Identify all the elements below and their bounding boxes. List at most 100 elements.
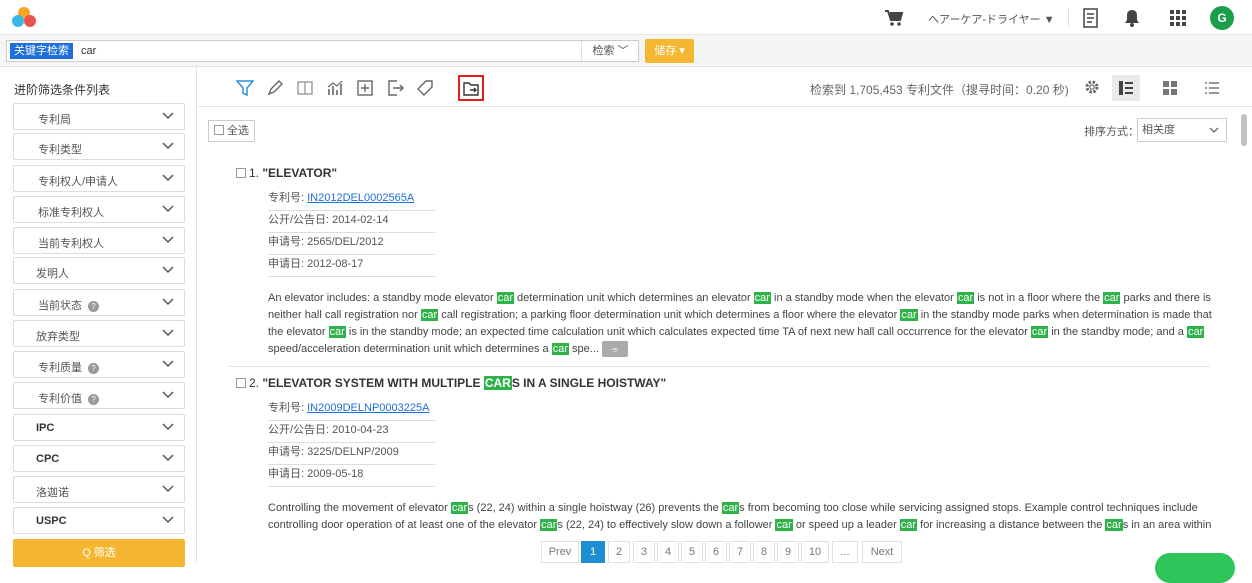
page-button[interactable]: 1: [581, 541, 605, 563]
filter-uspc[interactable]: USPC: [13, 507, 185, 534]
chevron-down-icon: [162, 391, 174, 399]
apps-grid-icon[interactable]: [1170, 10, 1186, 26]
application-date: 申请日: 2012-08-17: [268, 255, 435, 277]
avatar[interactable]: G: [1210, 6, 1234, 30]
detail-view-button[interactable]: [1112, 75, 1140, 101]
filter-label: 放弃类型: [36, 331, 80, 343]
chevron-down-icon: [162, 360, 174, 368]
results-scrollbar[interactable]: [1240, 108, 1248, 528]
filter-label: 专利权人/申请人: [38, 176, 119, 188]
prev-page-button[interactable]: Prev: [541, 541, 579, 563]
chevron-down-icon: [162, 329, 174, 337]
page-button[interactable]: 8: [753, 541, 775, 563]
select-all-checkbox[interactable]: 全选: [208, 120, 255, 142]
search-button[interactable]: 检索 ﹀: [581, 41, 639, 61]
filter-abandon-type[interactable]: 放弃类型: [13, 320, 185, 347]
next-page-button[interactable]: Next: [862, 541, 902, 563]
user-menu[interactable]: ヘアーケア-ドライヤー ▼: [928, 11, 1055, 27]
filter-ipc[interactable]: IPC: [13, 414, 185, 441]
gear-icon[interactable]: [1084, 79, 1100, 95]
page-button[interactable]: 9: [777, 541, 799, 563]
floating-action-button[interactable]: [1155, 553, 1235, 583]
document-export-icon[interactable]: [1082, 8, 1100, 28]
patent-number-link[interactable]: IN2012DEL0002565A: [307, 192, 414, 204]
chevron-down-icon: [162, 485, 174, 493]
analytics-chart-icon[interactable]: [326, 79, 344, 97]
filter-button[interactable]: Q 筛选: [13, 539, 185, 567]
filter-funnel-icon[interactable]: [236, 79, 254, 97]
results-toolbar: 检索到 1,705,453 专利文件（搜寻时间：0.20 秒): [198, 67, 1252, 107]
chevron-down-icon: [1209, 127, 1219, 133]
filter-patent-type[interactable]: 专利类型: [13, 133, 185, 160]
result-title[interactable]: 1. "ELEVATOR": [236, 166, 337, 180]
publication-date: 公开/公告日: 2010-04-23: [268, 421, 435, 443]
save-to-folder-icon[interactable]: [458, 75, 484, 101]
filter-inventor[interactable]: 发明人: [13, 257, 185, 284]
chevron-down-icon: [162, 174, 174, 182]
filter-standard-assignee[interactable]: 标准专利权人: [13, 196, 185, 223]
keyword-search-tag[interactable]: 关键字检索: [10, 43, 73, 59]
result-abstract: Controlling the movement of elevator car…: [268, 502, 1212, 531]
filter-label: 专利类型: [38, 144, 82, 156]
patent-number: 专利号: IN2012DEL0002565A: [268, 189, 435, 211]
filter-label: CPC: [36, 453, 60, 465]
list-icon: [1205, 82, 1219, 94]
app-logo-icon[interactable]: [11, 6, 37, 28]
patent-number: 专利号: IN2009DELNP0003225A: [268, 399, 435, 421]
cart-icon[interactable]: [884, 9, 904, 27]
top-header: ヘアーケア-ドライヤー ▼ G: [0, 0, 1252, 35]
application-number: 申请号: 2565/DEL/2012: [268, 233, 435, 255]
filter-label: 当前状态?: [38, 297, 99, 313]
help-icon[interactable]: ?: [88, 362, 99, 374]
filter-patent-office[interactable]: 专利局: [13, 103, 185, 130]
save-button[interactable]: 储存 ▾: [645, 39, 694, 63]
filter-label: 发明人: [36, 268, 69, 280]
list-view-button[interactable]: [1198, 75, 1226, 101]
checkbox-icon[interactable]: [236, 378, 246, 388]
checkbox-icon[interactable]: [236, 168, 246, 178]
page-button[interactable]: 4: [657, 541, 679, 563]
page-button[interactable]: 6: [705, 541, 727, 563]
filter-label: 专利价值?: [38, 390, 99, 406]
add-to-workspace-icon[interactable]: [356, 79, 374, 97]
result-divider: [228, 366, 1210, 367]
page-button[interactable]: 10: [801, 541, 829, 563]
page-button[interactable]: 5: [681, 541, 703, 563]
filter-cpc[interactable]: CPC: [13, 445, 185, 472]
filter-locarno[interactable]: 洛迦诺: [13, 476, 185, 503]
filter-label: USPC: [36, 515, 67, 527]
sort-label: 排序方式：: [1084, 126, 1139, 138]
chevron-down-icon: [162, 236, 174, 244]
page-button[interactable]: 2: [608, 541, 630, 563]
sidebar-title: 进阶筛选条件列表: [14, 83, 111, 97]
help-icon[interactable]: ?: [88, 393, 99, 405]
patent-number-link[interactable]: IN2009DELNP0003225A: [307, 402, 429, 414]
result-title[interactable]: 2. "ELEVATOR SYSTEM WITH MULTIPLE CARS I…: [236, 376, 666, 390]
bell-icon[interactable]: [1124, 9, 1140, 27]
chevron-down-icon: [162, 112, 174, 120]
publication-date: 公开/公告日: 2014-02-14: [268, 211, 435, 233]
page-button[interactable]: 3: [633, 541, 655, 563]
grid-icon: [1163, 81, 1177, 95]
help-icon[interactable]: ?: [88, 300, 99, 312]
filter-assignee-applicant[interactable]: 专利权人/申请人: [13, 165, 185, 192]
page-button[interactable]: 7: [729, 541, 751, 563]
filter-patent-quality[interactable]: 专利质量?: [13, 351, 185, 378]
sort-select[interactable]: 相关度: [1137, 118, 1227, 142]
export-icon[interactable]: [386, 79, 404, 97]
scroll-thumb[interactable]: [1241, 114, 1247, 146]
filter-patent-value[interactable]: 专利价值?: [13, 382, 185, 409]
chevron-down-icon: [162, 205, 174, 213]
compare-icon[interactable]: [296, 79, 314, 97]
filter-current-assignee[interactable]: 当前专利权人: [13, 227, 185, 254]
expand-abstract-button[interactable]: ⌯: [602, 341, 629, 358]
filter-label: 洛迦诺: [36, 487, 69, 499]
chevron-down-icon: [162, 516, 174, 524]
tag-icon[interactable]: [416, 79, 434, 97]
search-input[interactable]: [81, 43, 571, 59]
pencil-icon[interactable]: [266, 79, 284, 97]
filter-current-status[interactable]: 当前状态?: [13, 289, 185, 316]
results-content: 全选 排序方式： 相关度 1. "ELEVATOR" 专利号: IN2012DE…: [198, 108, 1238, 538]
filter-label: 当前专利权人: [38, 238, 104, 250]
grid-view-button[interactable]: [1156, 75, 1184, 101]
